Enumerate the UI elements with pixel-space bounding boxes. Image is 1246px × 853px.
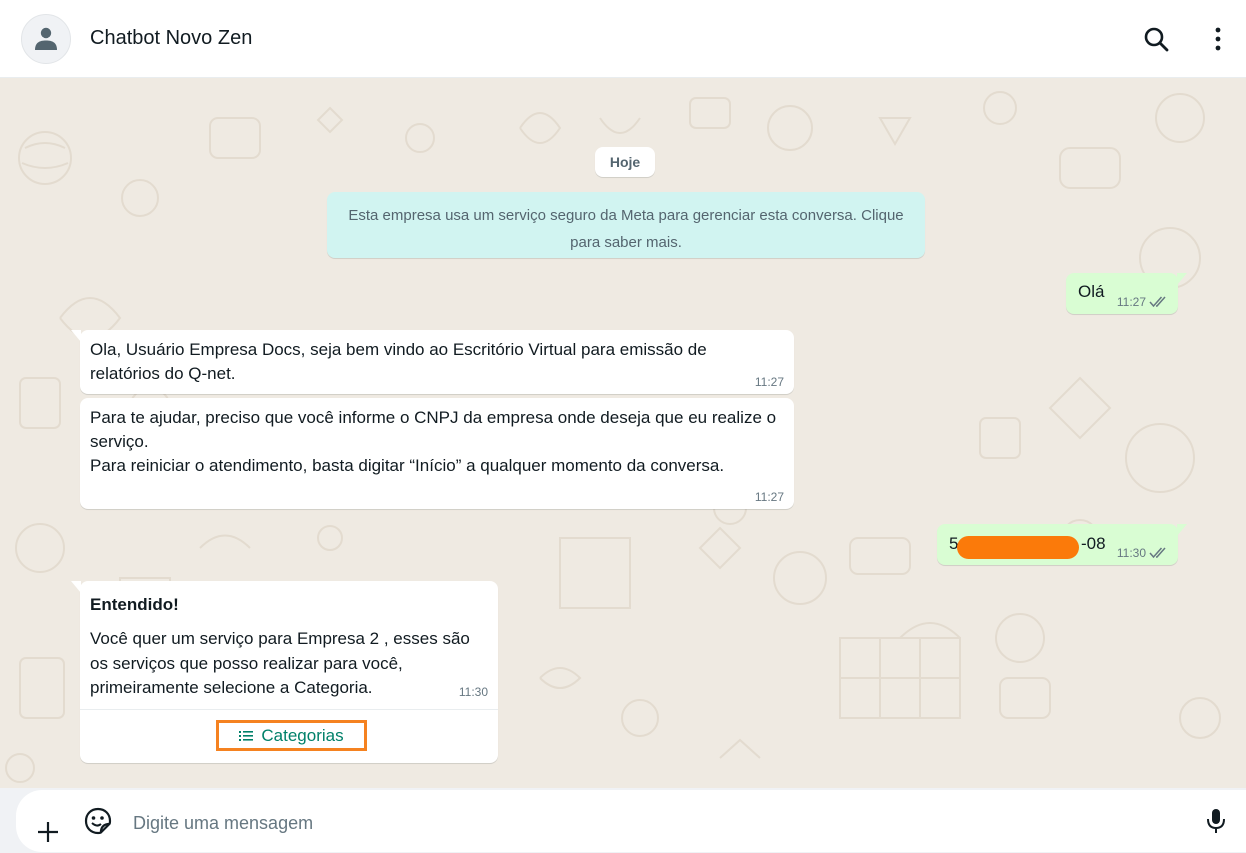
message-time: 11:30 <box>1116 546 1146 560</box>
list-icon <box>239 731 254 741</box>
message-header: Entendido! <box>90 595 179 614</box>
divider <box>80 709 498 710</box>
plus-icon[interactable] <box>33 818 63 848</box>
message-text: Ola, Usuário Empresa Docs, seja bem vind… <box>90 340 707 383</box>
message-time: 11:27 <box>1116 295 1146 309</box>
incoming-message[interactable]: Ola, Usuário Empresa Docs, seja bem vind… <box>71 330 794 394</box>
message-time: 11:27 <box>754 375 784 389</box>
incoming-message[interactable]: Para te ajudar, preciso que você informe… <box>80 398 794 509</box>
message-list[interactable]: Hoje Esta empresa usa um serviço seguro … <box>0 78 1246 788</box>
incoming-list-message[interactable]: Entendido! Você quer um serviço para Emp… <box>71 581 498 763</box>
encryption-notice[interactable]: Esta empresa usa um serviço seguro da Me… <box>327 192 925 258</box>
message-time: 11:30 <box>458 685 488 699</box>
contact-avatar[interactable] <box>21 14 71 64</box>
message-text-suffix: -08 <box>1081 534 1106 553</box>
message-text-line-2: Para reiniciar o atendimento, basta digi… <box>90 456 725 475</box>
message-input[interactable] <box>131 808 1185 838</box>
read-double-check-icon <box>1149 296 1166 308</box>
search-icon[interactable] <box>1141 24 1171 54</box>
read-double-check-icon <box>1149 547 1166 559</box>
contact-name[interactable]: Chatbot Novo Zen <box>90 27 252 50</box>
categories-button[interactable]: Categorias <box>216 720 367 751</box>
chat-header: Chatbot Novo Zen <box>0 0 1246 78</box>
bubble-tail <box>1177 273 1187 285</box>
outgoing-message[interactable]: 5 -08 11:30 <box>937 524 1187 565</box>
message-body: Você quer um serviço para Empresa 2 , es… <box>90 629 470 697</box>
sticker-icon[interactable] <box>83 806 113 836</box>
message-text-line-1: Para te ajudar, preciso que você informe… <box>90 408 777 451</box>
message-time: 11:27 <box>754 490 784 504</box>
redaction-mark <box>957 536 1079 559</box>
bubble-tail <box>71 581 81 593</box>
message-text: Olá <box>1078 282 1105 301</box>
bubble-tail <box>71 330 81 342</box>
person-icon <box>35 27 57 50</box>
bubble-tail <box>1177 524 1187 536</box>
more-vertical-icon[interactable] <box>1203 24 1233 54</box>
microphone-icon[interactable] <box>1201 806 1231 836</box>
outgoing-message[interactable]: Olá 11:27 <box>1066 273 1187 314</box>
date-pill: Hoje <box>595 147 655 177</box>
categories-button-label: Categorias <box>261 726 344 745</box>
